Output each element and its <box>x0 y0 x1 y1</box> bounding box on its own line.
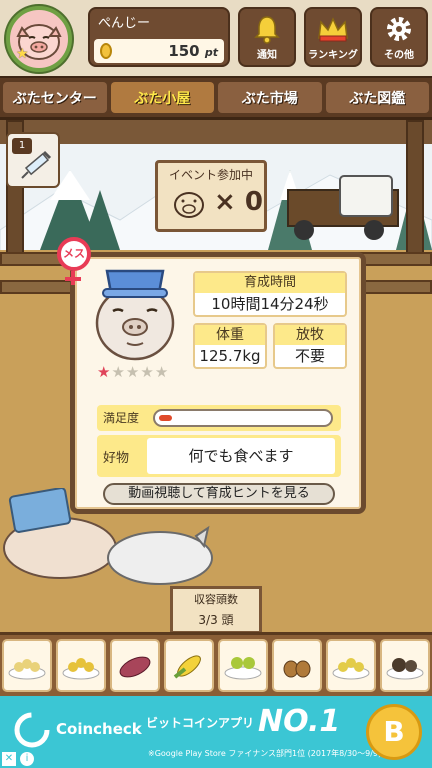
favorite-value: 何でも食べます <box>147 438 335 474</box>
satisfaction-fill <box>159 415 172 421</box>
notification-button[interactable]: 通知 <box>238 7 296 67</box>
pig-portrait <box>95 269 175 361</box>
corn-kernels-icon <box>62 657 100 679</box>
female-symbol-bar <box>65 277 81 281</box>
crown-icon <box>318 17 348 42</box>
food-corn-kernels[interactable] <box>56 639 106 692</box>
acorns-icon <box>283 660 311 677</box>
header: ★ ぺんじー 150 pt 通知 ランキング その他 <box>0 0 432 76</box>
favorite-label: 好物 <box>103 451 130 466</box>
truffles-icon <box>386 657 424 679</box>
ad-close-icon[interactable]: ✕ <box>2 752 16 766</box>
growth-time-label: 育成時間 <box>195 273 345 293</box>
food-truffles[interactable] <box>380 639 430 692</box>
weight-label: 体重 <box>195 325 265 345</box>
fence-top-beam <box>0 120 432 144</box>
tab-pig-encyclopedia[interactable]: ぶた図鑑 <box>325 82 429 113</box>
star-empty-icon: ★ <box>140 363 155 381</box>
capacity-title: 収容頭数 <box>194 593 238 606</box>
points-value: 150 pt <box>168 42 218 60</box>
coin-icon <box>100 43 112 59</box>
watch-video-hint-button[interactable]: 動画視聴して育成ヒントを見る <box>103 483 335 505</box>
star-empty-icon: ★ <box>111 363 126 381</box>
food-acorns[interactable] <box>272 639 322 692</box>
points-bar: 150 pt <box>94 39 224 63</box>
grazing-label: 放牧 <box>275 325 345 345</box>
event-sign-title: イベント参加中 <box>168 168 253 182</box>
tab-pig-barn[interactable]: ぶた小屋 <box>110 82 214 113</box>
username: ぺんじー <box>98 16 151 31</box>
soybeans-icon <box>8 658 46 679</box>
sweet-potato-icon <box>119 656 151 677</box>
ad-app-label: ビットコインアプリ <box>146 716 255 730</box>
ad-subtext: ※Google Play Store ファイナンス部門1位 (2017年8/30… <box>148 749 382 758</box>
coincheck-logo-icon <box>14 712 50 748</box>
corn-cob-icon <box>173 654 201 679</box>
user-info: ぺんじー 150 pt <box>88 7 230 67</box>
growth-time-box: 育成時間 10時間14分24秒 <box>193 271 347 317</box>
food-bar <box>0 632 432 696</box>
tab-pig-center[interactable]: ぶたセンター <box>3 82 107 113</box>
dumplings-icon <box>332 657 370 679</box>
gear-icon <box>387 17 411 41</box>
event-sign: イベント参加中 × 0 <box>155 160 267 232</box>
food-corn-cob[interactable] <box>164 639 214 692</box>
bell-icon <box>254 16 280 44</box>
star-empty-icon: ★ <box>125 363 141 381</box>
bitcoin-icon: B <box>366 704 422 760</box>
female-badge: メス <box>57 237 91 271</box>
ad-info-icon[interactable]: i <box>20 752 34 766</box>
growth-time-value: 10時間14分24秒 <box>211 295 329 313</box>
rating-stars: ★★★★★ <box>97 363 169 381</box>
main-nav: ぶたセンター ぶた小屋 ぶた市場 ぶた図鑑 <box>0 76 432 120</box>
syringe-item-button[interactable]: 1 <box>6 132 60 188</box>
weight-box: 体重 125.7kg <box>193 323 267 369</box>
food-sweet-potato[interactable] <box>110 639 160 692</box>
satisfaction-meter <box>153 409 333 427</box>
star-empty-icon: ★ <box>154 363 170 381</box>
syringe-icon <box>21 150 52 179</box>
ad-banner[interactable]: Coincheck ビットコインアプリ NO.1 ※Google Play St… <box>0 696 432 768</box>
satisfaction-row: 満足度 <box>97 405 341 431</box>
star-filled-icon: ★ <box>97 363 112 381</box>
pig-info-panel: メス ★★★★★ 育成時間 10時間14分24秒 体重 125.7kg 放牧 不… <box>57 237 366 514</box>
food-dumplings[interactable] <box>326 639 376 692</box>
satisfaction-label: 満足度 <box>103 411 140 425</box>
avatar[interactable]: ★ <box>6 6 72 72</box>
fence-post <box>406 120 424 260</box>
food-bean-sprouts[interactable] <box>218 639 268 692</box>
star-badge-icon: ★ <box>16 46 29 62</box>
tab-pig-market[interactable]: ぶた市場 <box>218 82 322 113</box>
food-soybeans[interactable] <box>2 639 52 692</box>
ad-headline: NO.1 <box>258 704 341 739</box>
grazing-value: 不要 <box>294 347 325 365</box>
favorite-food-row: 好物 何でも食べます <box>97 435 341 477</box>
other-button[interactable]: その他 <box>370 7 428 67</box>
grazing-box: 放牧 不要 <box>273 323 347 369</box>
capacity-value: 3/3 頭 <box>198 613 234 627</box>
ad-brand: Coincheck <box>56 720 142 738</box>
bean-sprouts-icon <box>224 656 262 679</box>
barn-scene: 1 イベント参加中 × 0 メス ★★★★★ 育成時間 10時間14分24秒 体… <box>0 120 432 632</box>
ranking-button[interactable]: ランキング <box>304 7 362 67</box>
capacity-sign: 収容頭数 3/3 頭 <box>170 586 262 632</box>
pig-icon <box>174 192 204 218</box>
weight-value: 125.7kg <box>199 347 261 365</box>
event-count: × 0 <box>214 187 263 217</box>
